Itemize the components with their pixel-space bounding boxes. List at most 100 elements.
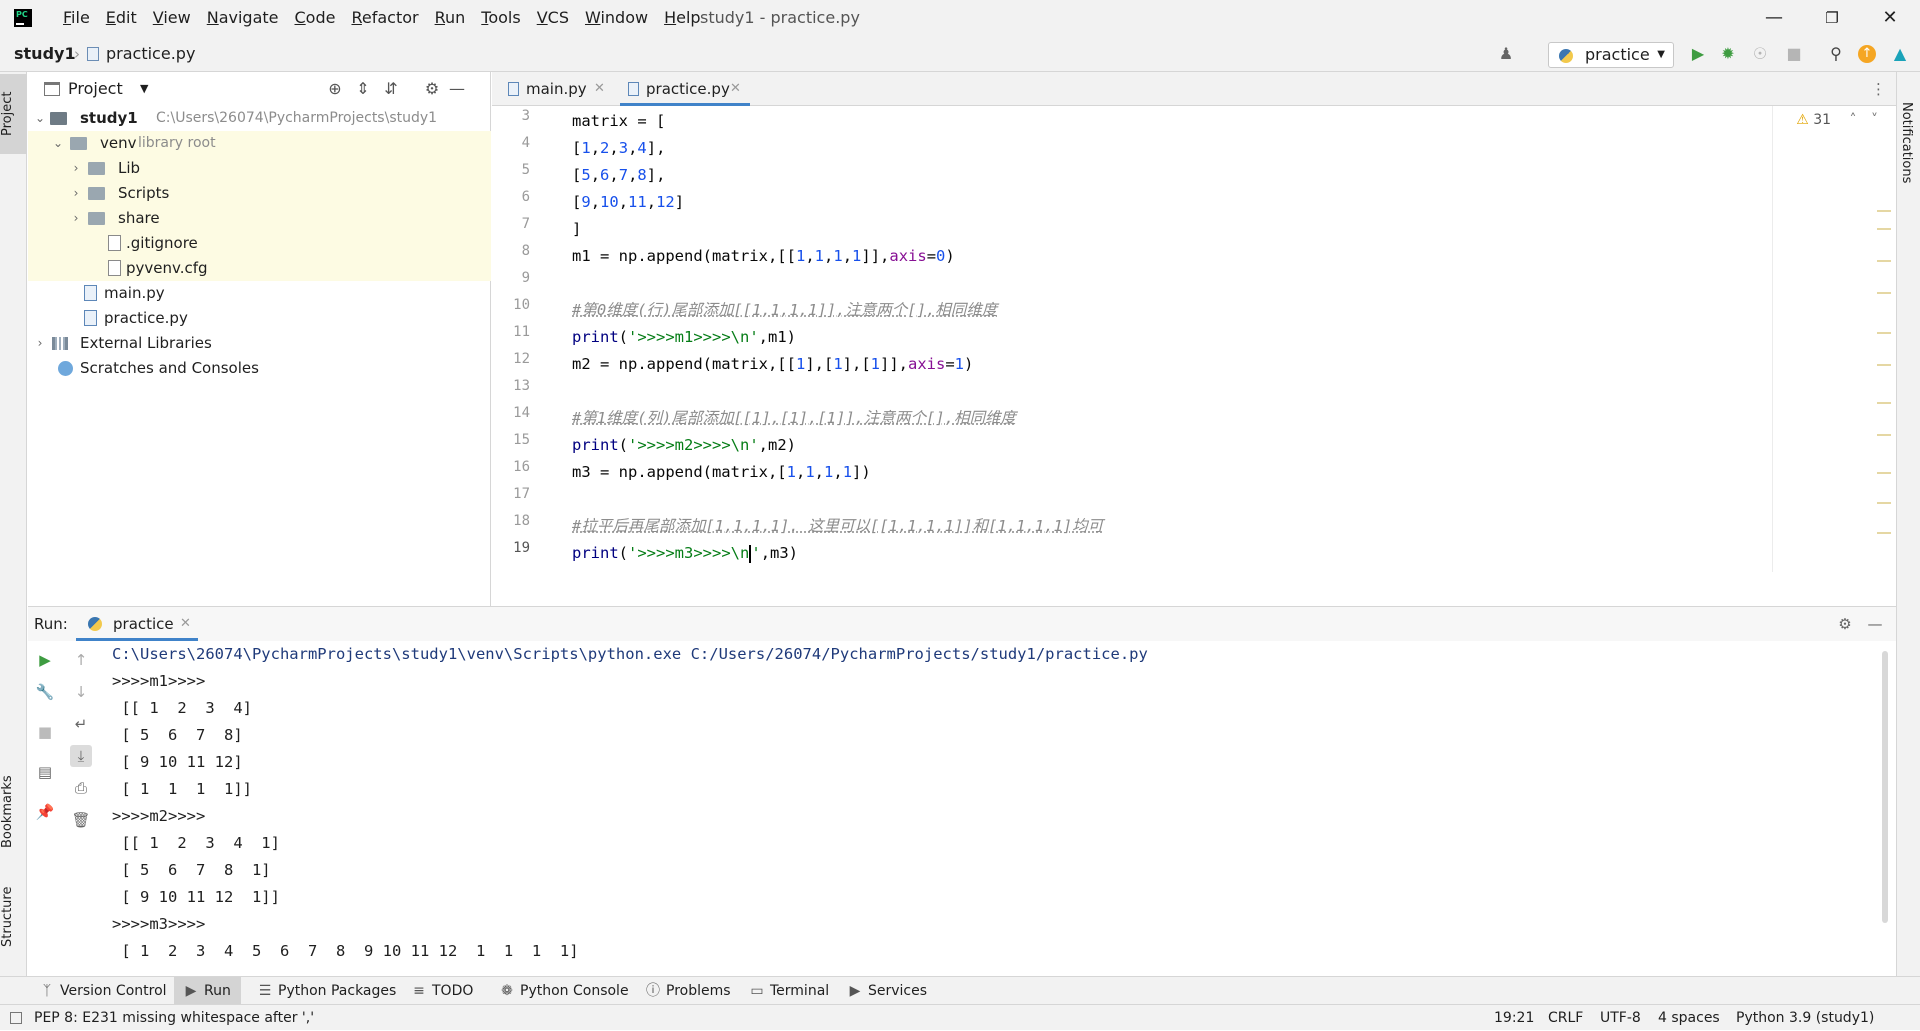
status-message[interactable]: PEP 8: E231 missing whitespace after ',' (34, 1005, 314, 1031)
code-line[interactable]: m3 = np.append(matrix,[1,1,1,1]) (572, 459, 871, 486)
close-tab-icon[interactable]: ✕ (594, 72, 605, 106)
code-line[interactable]: m2 = np.append(matrix,[[1],[1],[1]],axis… (572, 351, 973, 378)
previous-highlight-icon[interactable]: ˄ (1850, 112, 1857, 128)
restore-icon[interactable]: ❐ (1804, 0, 1860, 36)
tree-item-share[interactable]: › share (28, 206, 491, 231)
tool-services[interactable]: ▶ Services (848, 977, 927, 1005)
more-icon[interactable]: ⋮ (1871, 72, 1886, 106)
menu-refactor[interactable]: Refactor (343, 0, 426, 36)
warning-stripe[interactable] (1877, 210, 1891, 212)
file-encoding[interactable]: UTF-8 (1600, 1005, 1641, 1031)
line-separator[interactable]: CRLF (1548, 1005, 1583, 1031)
run-configuration-select[interactable]: practice ▼ (1548, 42, 1674, 68)
inspection-widget[interactable]: ⚠ 31 ˄ ˅ (1796, 112, 1878, 128)
locate-icon[interactable]: ⊕ (325, 79, 345, 99)
run-icon[interactable]: ▶ (1688, 44, 1708, 64)
breadcrumb-project[interactable]: study1 (14, 36, 76, 72)
code-line[interactable]: m1 = np.append(matrix,[[1,1,1,1]],axis=0… (572, 243, 955, 270)
breadcrumb-file[interactable]: practice.py (106, 36, 195, 72)
tool-python-packages[interactable]: ☰ Python Packages (258, 977, 397, 1005)
warning-stripe[interactable] (1877, 292, 1891, 294)
menu-navigate[interactable]: Navigate (199, 0, 287, 36)
up-arrow-icon[interactable]: ↑ (70, 649, 92, 671)
tree-item-gitignore[interactable]: .gitignore (28, 231, 491, 256)
menu-window[interactable]: Window (577, 0, 656, 36)
pin-icon[interactable]: 📌 (34, 801, 56, 823)
down-arrow-icon[interactable]: ↓ (70, 681, 92, 703)
code-line[interactable]: print('>>>>m3>>>>\n ',m3) (572, 540, 798, 567)
tree-item-scratches[interactable]: Scratches and Consoles (28, 356, 491, 381)
update-icon[interactable]: ↑ (1858, 45, 1876, 63)
python-interpreter[interactable]: Python 3.9 (study1) (1736, 1005, 1874, 1031)
menu-view[interactable]: View (145, 0, 199, 36)
stop-icon[interactable]: ■ (34, 721, 56, 743)
gear-icon[interactable]: ⚙ (422, 79, 442, 99)
soft-wrap-icon[interactable]: ↵ (70, 713, 92, 735)
caret-position[interactable]: 19:21 (1494, 1005, 1534, 1031)
tab-practice-py[interactable]: practice.py ✕ (620, 72, 750, 106)
gear-icon[interactable]: ⚙ (1834, 613, 1856, 635)
user-icon[interactable]: ♟ (1496, 44, 1516, 64)
tree-item-venv[interactable]: ⌄ venv library root (28, 131, 491, 156)
code-line[interactable]: #第1维度(列)尾部添加[[1],[1],[1]],注意两个[],相同维度 (572, 405, 1016, 432)
run-tab-practice[interactable]: practice ✕ (76, 607, 198, 641)
ide-logo-icon[interactable]: ▲ (1890, 44, 1910, 64)
coverage-icon[interactable]: ☉ (1750, 44, 1770, 64)
menu-edit[interactable]: Edit (98, 0, 145, 36)
code-line[interactable]: matrix = [ (572, 108, 665, 135)
hide-icon[interactable]: — (1864, 613, 1886, 635)
code-line[interactable]: [9,10,11,12] (572, 189, 684, 216)
warning-stripe[interactable] (1877, 364, 1891, 366)
warning-stripe[interactable] (1877, 472, 1891, 474)
debug-icon[interactable]: ✹ (1718, 44, 1738, 64)
search-icon[interactable]: ⚲ (1826, 44, 1846, 64)
minimize-icon[interactable]: — (1746, 0, 1802, 36)
tool-todo[interactable]: ≡ TODO (412, 977, 473, 1005)
print-icon[interactable]: ⎙ (70, 777, 92, 799)
wrench-icon[interactable]: 🔧 (34, 681, 56, 703)
warning-stripe[interactable] (1877, 434, 1891, 436)
stop-icon[interactable]: ■ (1784, 44, 1804, 64)
tool-run[interactable]: ▶ Run (174, 977, 241, 1005)
expand-all-icon[interactable]: ⇕ (353, 79, 373, 99)
tab-main-py[interactable]: main.py ✕ (500, 72, 612, 106)
tree-item-practice[interactable]: practice.py (28, 306, 491, 331)
warning-stripe[interactable] (1877, 402, 1891, 404)
notifications-side-tab[interactable]: Notifications (1899, 102, 1914, 183)
code-line[interactable]: [5,6,7,8], (572, 162, 665, 189)
tree-item-pyvenv[interactable]: pyvenv.cfg (28, 256, 491, 281)
code-line[interactable]: [1,2,3,4], (572, 135, 665, 162)
scroll-to-end-icon[interactable]: ⤓ (70, 745, 92, 767)
tool-python-console[interactable]: ❁ Python Console (500, 977, 628, 1005)
menu-file[interactable]: File (55, 0, 98, 36)
chevron-down-icon[interactable]: ▼ (140, 72, 148, 106)
trash-icon[interactable]: 🗑 (70, 809, 92, 831)
code-line[interactable]: ] (572, 216, 581, 243)
code-line[interactable]: print('>>>>m2>>>>\n',m2) (572, 432, 796, 459)
tree-item-external-libraries[interactable]: › External Libraries (28, 331, 491, 356)
project-side-tab[interactable]: Project (0, 74, 27, 154)
warning-stripe[interactable] (1877, 502, 1891, 504)
code-line[interactable]: #拉平后再尾部添加[1,1,1,1]. 这里可以[[1,1,1,1]]和[1,1… (572, 513, 1103, 540)
tool-problems[interactable]: ⓘ Problems (646, 977, 731, 1005)
layout-icon[interactable]: ▤ (34, 761, 56, 783)
menu-vcs[interactable]: VCS (529, 0, 577, 36)
warning-stripe[interactable] (1877, 532, 1891, 534)
warning-stripe[interactable] (1877, 228, 1891, 230)
collapse-all-icon[interactable]: ⇵ (381, 79, 401, 99)
menu-run[interactable]: Run (427, 0, 474, 36)
tool-version-control[interactable]: ᛉ Version Control (40, 977, 167, 1005)
tree-item-lib[interactable]: › Lib (28, 156, 491, 181)
structure-side-tab[interactable]: Structure (0, 872, 27, 962)
tree-item-main[interactable]: main.py (28, 281, 491, 306)
hide-icon[interactable]: — (447, 79, 467, 99)
rerun-icon[interactable]: ▶ (34, 649, 56, 671)
code-line[interactable]: #第0维度(行)尾部添加[[1,1,1,1]],注意两个[],相同维度 (572, 297, 997, 324)
menu-code[interactable]: Code (287, 0, 344, 36)
close-tab-icon[interactable]: ✕ (730, 72, 741, 106)
status-toggle-icon[interactable] (10, 1012, 22, 1024)
close-icon[interactable]: ✕ (1862, 0, 1918, 36)
menu-tools[interactable]: Tools (473, 0, 528, 36)
console-output[interactable]: C:\Users\26074\PycharmProjects\study1\ve… (112, 641, 1872, 977)
code-line[interactable]: print('>>>>m1>>>>\n',m1) (572, 324, 796, 351)
